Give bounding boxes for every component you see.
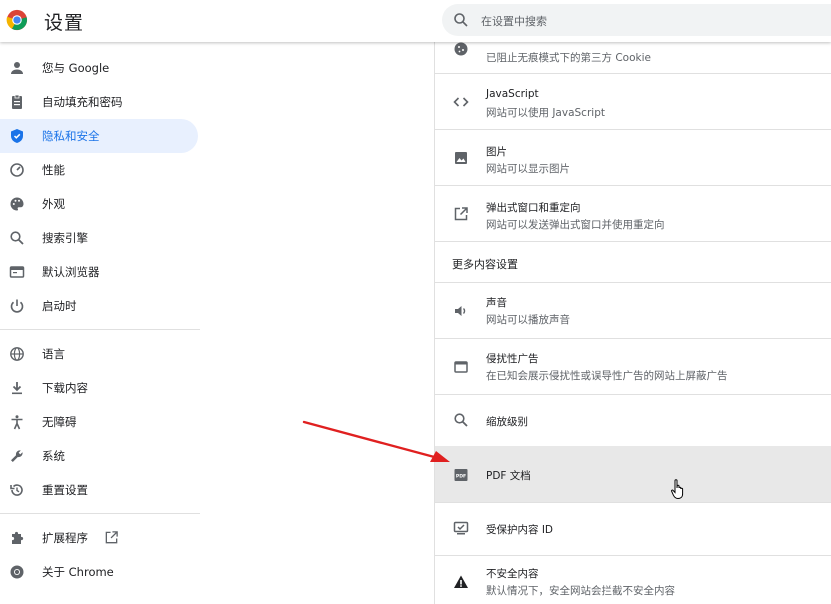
insecure-content-row[interactable]: 不安全内容 默认情况下，安全网站会拦截不安全内容	[435, 556, 831, 604]
sidebar-item-you-and-google[interactable]: 您与 Google	[0, 51, 198, 85]
warning-icon	[454, 575, 468, 588]
palette-icon	[10, 197, 24, 211]
sidebar-item-label: 启动时	[42, 299, 77, 313]
pdf-documents-row[interactable]: PDF PDF 文档	[435, 446, 831, 502]
sidebar-item-label: 关于 Chrome	[42, 565, 114, 579]
ads-window-icon	[454, 361, 468, 373]
sidebar-divider	[0, 329, 200, 330]
intrusive-ads-title: 侵扰性广告	[486, 353, 539, 365]
sidebar-item-privacy[interactable]: 隐私和安全	[0, 119, 198, 153]
external-link-icon	[105, 531, 118, 544]
sidebar-item-label: 语言	[42, 347, 65, 361]
chrome-logo-icon	[6, 9, 28, 31]
browser-icon	[9, 266, 25, 278]
images-title: 图片	[486, 146, 507, 158]
sidebar-item-downloads[interactable]: 下载内容	[0, 371, 198, 405]
sidebar-item-label: 无障碍	[42, 415, 77, 429]
sound-subtitle: 网站可以播放声音	[486, 314, 570, 326]
accessibility-icon	[11, 415, 23, 430]
hand-cursor-icon	[671, 479, 684, 500]
sidebar-item-about-chrome[interactable]: 关于 Chrome	[0, 555, 198, 589]
sidebar-item-label: 重置设置	[42, 483, 88, 497]
image-icon	[455, 152, 467, 164]
wrench-icon	[11, 450, 23, 462]
search-icon	[10, 231, 24, 245]
reset-icon	[10, 484, 23, 496]
popups-row[interactable]: 弹出式窗口和重定向 网站可以发送弹出式窗口并使用重定向	[435, 186, 831, 241]
sidebar-divider	[0, 513, 200, 514]
sidebar-item-performance[interactable]: 性能	[0, 153, 198, 187]
sidebar-item-label: 外观	[42, 197, 65, 211]
sidebar-item-appearance[interactable]: 外观	[0, 187, 198, 221]
sidebar-item-autofill[interactable]: 自动填充和密码	[0, 85, 198, 119]
cookie-subtitle: 已阻止无痕模式下的第三方 Cookie	[486, 52, 651, 64]
sidebar-item-label: 搜索引擎	[42, 231, 88, 245]
sidebar-item-label: 自动填充和密码	[42, 95, 123, 109]
protected-content-icon	[453, 521, 469, 535]
puzzle-icon	[12, 531, 24, 544]
cookie-icon	[454, 42, 468, 56]
shield-icon	[11, 129, 23, 143]
cookie-row[interactable]: 已阻止无痕模式下的第三方 Cookie	[435, 42, 831, 73]
pdf-documents-title: PDF 文档	[486, 470, 531, 482]
sidebar-item-label: 系统	[42, 449, 65, 463]
code-icon	[453, 97, 469, 107]
intrusive-ads-subtitle: 在已知会展示侵扰性或误导性广告的网站上屏蔽广告	[486, 370, 728, 382]
sidebar-item-extensions[interactable]: 扩展程序	[0, 521, 198, 555]
sidebar-item-reset[interactable]: 重置设置	[0, 473, 198, 507]
row-divider	[435, 241, 831, 242]
insecure-content-title: 不安全内容	[486, 568, 539, 580]
sidebar-item-label: 您与 Google	[42, 61, 110, 75]
power-icon	[10, 299, 24, 313]
zoom-levels-title: 缩放级别	[486, 416, 528, 428]
sidebar-item-label: 下载内容	[42, 381, 88, 395]
sidebar-item-label: 隐私和安全	[42, 129, 100, 143]
images-subtitle: 网站可以显示图片	[486, 163, 570, 175]
search-icon	[454, 13, 468, 27]
chrome-icon	[10, 565, 24, 579]
sidebar-item-search-engine[interactable]: 搜索引擎	[0, 221, 198, 255]
speedometer-icon	[10, 163, 24, 177]
person-icon	[11, 62, 23, 74]
insecure-content-subtitle: 默认情况下，安全网站会拦截不安全内容	[486, 585, 675, 597]
clipboard-icon	[12, 94, 22, 109]
sidebar-item-accessibility[interactable]: 无障碍	[0, 405, 198, 439]
images-row[interactable]: 图片 网站可以显示图片	[435, 130, 831, 185]
sidebar-item-on-startup[interactable]: 启动时	[0, 289, 198, 323]
sidebar-item-languages[interactable]: 语言	[0, 337, 198, 371]
volume-icon	[455, 306, 466, 316]
popups-subtitle: 网站可以发送弹出式窗口并使用重定向	[486, 219, 665, 231]
content-settings-panel: 已阻止无痕模式下的第三方 Cookie JavaScript 网站可以使用 Ja…	[434, 42, 831, 604]
sidebar-item-label: 性能	[42, 163, 65, 177]
popups-title: 弹出式窗口和重定向	[486, 202, 581, 214]
globe-icon	[10, 347, 24, 361]
pdf-icon: PDF	[454, 469, 468, 481]
javascript-title: JavaScript	[486, 88, 539, 100]
sidebar-item-system[interactable]: 系统	[0, 439, 198, 473]
javascript-row[interactable]: JavaScript 网站可以使用 JavaScript	[435, 74, 831, 129]
more-content-settings-heading[interactable]: 更多内容设置	[452, 256, 518, 272]
top-header: 设置	[0, 0, 831, 42]
zoom-levels-row[interactable]: 缩放级别	[435, 395, 831, 446]
page-title: 设置	[44, 12, 85, 34]
protected-content-row[interactable]: 受保护内容 ID	[435, 503, 831, 555]
sound-title: 声音	[486, 297, 507, 309]
sidebar-item-default-browser[interactable]: 默认浏览器	[0, 255, 198, 289]
sidebar-item-label: 默认浏览器	[42, 265, 100, 279]
sound-row[interactable]: 声音 网站可以播放声音	[435, 283, 831, 338]
intrusive-ads-row[interactable]: 侵扰性广告 在已知会展示侵扰性或误导性广告的网站上屏蔽广告	[435, 339, 831, 394]
search-input[interactable]	[479, 10, 813, 32]
sidebar: 您与 Google 自动填充和密码 隐私和安全 性能 外观 搜索引擎 默认浏览器…	[0, 42, 210, 604]
red-annotation-arrow	[302, 420, 450, 462]
open-in-new-icon	[454, 207, 468, 221]
settings-search-box[interactable]	[442, 4, 831, 36]
protected-content-title: 受保护内容 ID	[486, 524, 554, 536]
svg-text:PDF: PDF	[456, 473, 466, 479]
javascript-subtitle: 网站可以使用 JavaScript	[486, 107, 605, 119]
download-icon	[12, 382, 22, 395]
sidebar-item-label: 扩展程序	[42, 531, 88, 545]
